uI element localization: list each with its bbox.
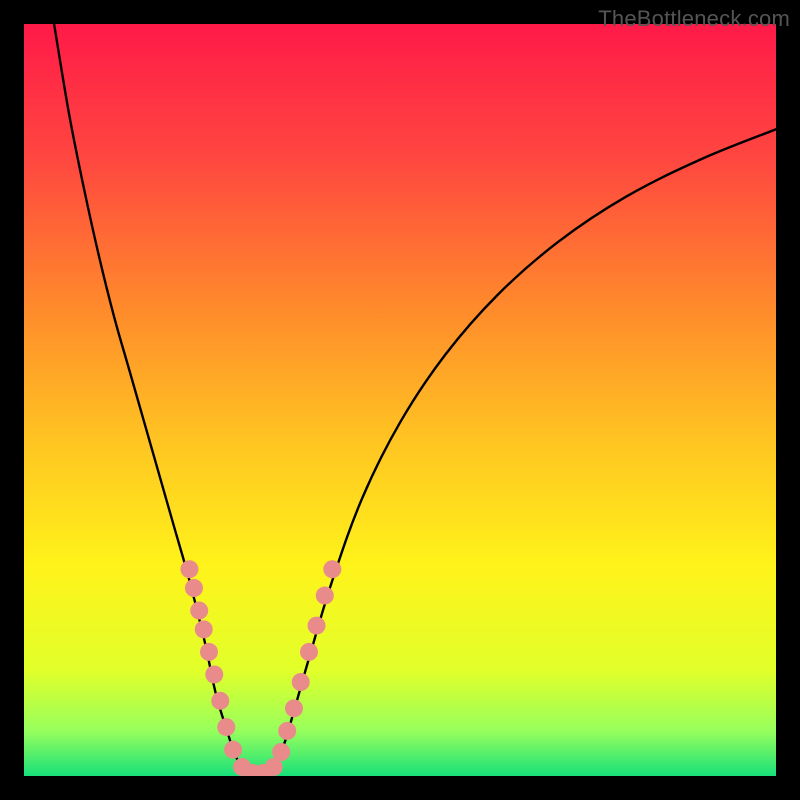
marker-dot bbox=[190, 602, 208, 620]
marker-dot bbox=[180, 560, 198, 578]
marker-dot bbox=[272, 743, 290, 761]
marker-dot bbox=[323, 560, 341, 578]
marker-dot bbox=[185, 579, 203, 597]
chart-svg bbox=[24, 24, 776, 776]
marker-dot bbox=[308, 617, 326, 635]
chart-frame: TheBottleneck.com bbox=[0, 0, 800, 800]
marker-dot bbox=[300, 643, 318, 661]
marker-dot bbox=[316, 587, 334, 605]
marker-dot bbox=[285, 699, 303, 717]
watermark-text: TheBottleneck.com bbox=[598, 6, 790, 32]
plot-area bbox=[24, 24, 776, 776]
marker-dot bbox=[217, 718, 235, 736]
marker-dot bbox=[205, 665, 223, 683]
marker-dot bbox=[211, 692, 229, 710]
marker-dot bbox=[278, 722, 296, 740]
marker-dot bbox=[224, 741, 242, 759]
marker-dot bbox=[200, 643, 218, 661]
marker-dot bbox=[195, 620, 213, 638]
marker-dot bbox=[292, 673, 310, 691]
